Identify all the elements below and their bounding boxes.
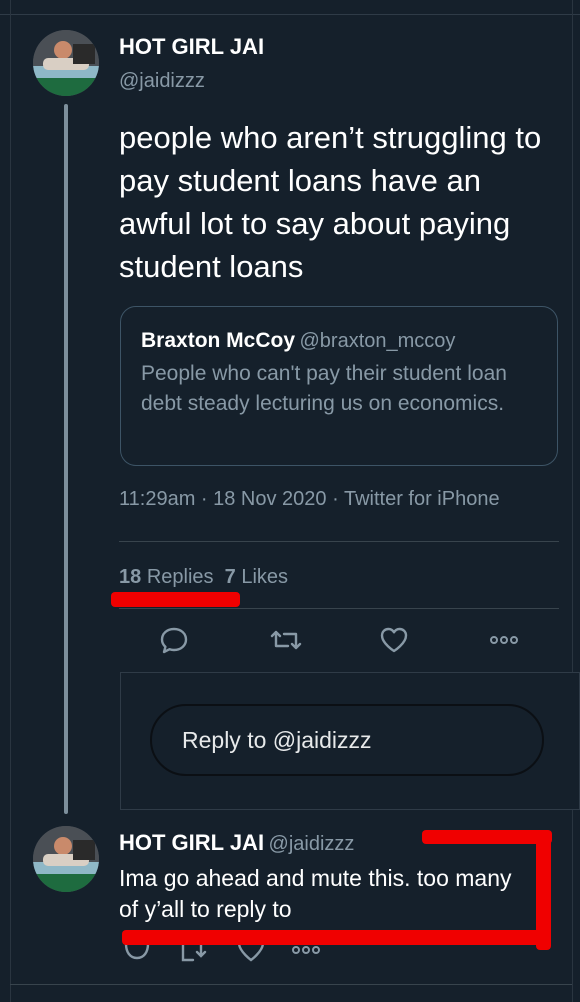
replies-label: Replies [146, 566, 214, 588]
red-annotation-bracket-top [422, 830, 552, 844]
reply-icon[interactable] [158, 624, 190, 656]
red-annotation-underline [111, 592, 240, 607]
replies-count: 18 [119, 566, 142, 588]
reply-tweet-like-icon[interactable] [236, 944, 266, 968]
retweet-icon[interactable] [268, 624, 304, 656]
likes-stat[interactable]: 7 Likes [225, 566, 288, 588]
quoted-tweet[interactable]: Braxton McCoy @braxton_mccoy People who … [120, 306, 558, 466]
thread-connector-line [64, 104, 68, 814]
likes-count: 7 [224, 566, 236, 588]
tweet-timestamp[interactable]: 11:29am · 18 Nov 2020 · Twitter for iPho… [119, 488, 500, 511]
avatar[interactable] [33, 30, 99, 96]
quote-author-name: Braxton McCoy [141, 329, 296, 352]
quote-author-handle: @braxton_mccoy [299, 330, 456, 352]
reply-header: HOT GIRL JAI @jaidizzz [119, 830, 354, 856]
bottom-divider [10, 984, 572, 985]
right-border [572, 0, 573, 1002]
top-divider [0, 14, 580, 15]
divider [119, 541, 559, 542]
reply-input[interactable]: Reply to @jaidizzz [150, 704, 544, 776]
author-handle[interactable]: @jaidizzz [119, 70, 205, 93]
like-icon[interactable] [378, 624, 410, 656]
reply-tweet-more-icon[interactable] [290, 946, 322, 960]
reply-tweet-retweet-icon[interactable] [178, 944, 208, 968]
left-border [10, 0, 11, 1002]
divider [119, 608, 559, 609]
author-name[interactable]: HOT GIRL JAI [119, 34, 264, 60]
reply-author-name[interactable]: HOT GIRL JAI [119, 830, 264, 855]
tweet-stats: 18 Replies 7 Likes [119, 566, 288, 589]
likes-label: Likes [241, 566, 289, 588]
reply-tweet-reply-icon[interactable] [122, 944, 152, 968]
tweet-text: people who aren’t struggling to pay stud… [119, 120, 542, 284]
reply-text: Ima go ahead and mute this. too many of … [119, 865, 512, 922]
reply-author-handle[interactable]: @jaidizzz [269, 833, 355, 855]
quote-text: People who can't pay their student loan … [141, 362, 507, 415]
more-icon[interactable] [488, 628, 520, 652]
reply-avatar[interactable] [33, 826, 99, 892]
red-annotation-bracket-bottom [122, 930, 550, 945]
replies-stat[interactable]: 18 Replies [119, 566, 214, 588]
